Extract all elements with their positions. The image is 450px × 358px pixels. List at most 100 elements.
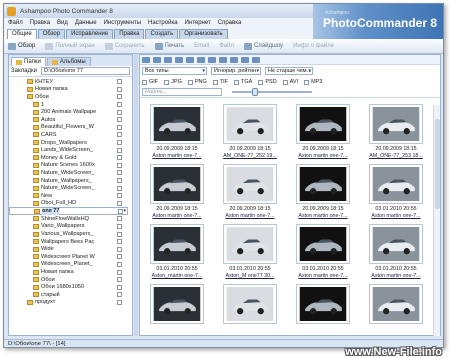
- tree-item[interactable]: Drops_Wallpapers: [9, 139, 132, 147]
- menu-edit[interactable]: Правка: [30, 20, 50, 26]
- filter-icon[interactable]: [208, 56, 216, 63]
- tree-item[interactable]: Widescreen Planet W: [9, 253, 132, 261]
- tree-item[interactable]: Wide: [9, 245, 132, 253]
- search-input[interactable]: Найти...: [142, 88, 222, 96]
- thumbnail-image[interactable]: [150, 164, 204, 204]
- tree-item-checkbox[interactable]: [117, 140, 122, 146]
- tree-item-checkbox[interactable]: [117, 284, 122, 290]
- tree-item[interactable]: Обои 1680x1050: [9, 283, 132, 291]
- path-field[interactable]: D:\Обои\one 77: [40, 67, 130, 75]
- tree-item-checkbox[interactable]: [117, 185, 122, 191]
- email-button[interactable]: Email: [194, 43, 209, 49]
- thumbnail[interactable]: 20.09.2009 18:15 Aston martin one-7...: [290, 104, 360, 161]
- thumbnail-image[interactable]: [150, 284, 204, 324]
- thumbnail[interactable]: 03.01.2010 20:55 Aston martin one-7...: [363, 224, 433, 281]
- menu-help[interactable]: Справка: [218, 20, 242, 26]
- tab-edit[interactable]: Правка: [114, 29, 145, 39]
- tree-item[interactable]: Money & Gold: [9, 154, 132, 162]
- slideshow-button[interactable]: Слайдшоу: [243, 42, 283, 50]
- vertical-scrollbar[interactable]: [433, 105, 440, 336]
- tree-item[interactable]: Autos: [9, 116, 132, 124]
- thumbnail[interactable]: 03.01.2010 20:55 Aston_martin one-7...: [144, 224, 214, 281]
- thumbnail-image[interactable]: [223, 104, 277, 144]
- thumbnail-image[interactable]: [150, 104, 204, 144]
- checkbox-box[interactable]: [212, 79, 218, 85]
- tree-item-checkbox[interactable]: [117, 109, 122, 115]
- thumbnail-image[interactable]: [296, 104, 350, 144]
- panel-splitter[interactable]: [134, 54, 138, 336]
- thumbnail[interactable]: [290, 284, 360, 341]
- tree-item-checkbox[interactable]: [117, 231, 122, 237]
- tree-item[interactable]: Beautiful_Flowers_W: [9, 124, 132, 132]
- thumbnail-image[interactable]: [296, 164, 350, 204]
- thumbnail[interactable]: [144, 284, 214, 341]
- tree-item-checkbox[interactable]: [117, 269, 122, 275]
- thumbnail[interactable]: 20.09.2009 18:15 Aston martin one-7...: [144, 164, 214, 221]
- browse-button[interactable]: Обзор: [8, 42, 35, 50]
- checkbox-box[interactable]: [304, 79, 310, 85]
- tree-item[interactable]: one 77: [9, 207, 128, 216]
- tree-item-checkbox[interactable]: [117, 178, 122, 184]
- tree-item[interactable]: Wallpapers Bees Pac: [9, 238, 132, 246]
- tree-item[interactable]: Обои: [9, 93, 132, 101]
- rotate-right-icon[interactable]: [241, 56, 249, 63]
- rating-filter[interactable]: Игнорир. рейтин: [211, 67, 261, 75]
- tree-item[interactable]: Oboi_Full_HD: [9, 200, 132, 208]
- tree-item-checkbox[interactable]: [117, 147, 122, 153]
- menu-file[interactable]: Файл: [8, 20, 23, 26]
- tree-item-checkbox[interactable]: [117, 200, 122, 206]
- tree-item-checkbox[interactable]: [117, 193, 122, 199]
- tree-item-checkbox[interactable]: [117, 132, 122, 138]
- menu-tools[interactable]: Инструменты: [104, 20, 141, 26]
- thumbnail[interactable]: 20.09.2009 18:15 AM_ONE-77_253 18...: [363, 104, 433, 161]
- print-button[interactable]: Печать: [154, 42, 184, 50]
- tree-item-checkbox[interactable]: [117, 102, 122, 108]
- tree-item-checkbox[interactable]: [117, 254, 122, 260]
- menu-data[interactable]: Данные: [75, 20, 97, 26]
- tree-item[interactable]: продукт: [9, 299, 132, 307]
- thumbnail[interactable]: 03.01.2010 20:55 Aston martin one-7...: [363, 164, 433, 221]
- tree-item[interactable]: CARS: [9, 131, 132, 139]
- bookmarks-dropdown[interactable]: Закладки: [11, 68, 37, 74]
- thumbnail[interactable]: 20.09.2009 18:15 AM_ONE-77_252 19...: [217, 104, 287, 161]
- tree-item[interactable]: Lands_WideScreen_: [9, 146, 132, 154]
- tree-item-checkbox[interactable]: [117, 216, 122, 222]
- tree-item-checkbox[interactable]: [118, 208, 123, 214]
- checkbox-box[interactable]: [234, 79, 240, 85]
- tree-item-checkbox[interactable]: [117, 79, 122, 85]
- tree-item-checkbox[interactable]: [117, 94, 122, 100]
- tree-item[interactable]: Vario_Wallpapers: [9, 223, 132, 231]
- tree-item-checkbox[interactable]: [117, 246, 122, 252]
- fullscreen-button[interactable]: Полный экран: [45, 42, 95, 50]
- file-button[interactable]: Файл: [219, 43, 234, 49]
- view-icon[interactable]: [186, 56, 194, 63]
- delete-icon[interactable]: [252, 56, 260, 63]
- tab-create[interactable]: Создать: [145, 29, 179, 39]
- file-type-checkbox[interactable]: TGA: [234, 79, 252, 85]
- tree-item-checkbox[interactable]: [117, 86, 122, 92]
- checkbox-box[interactable]: [258, 79, 264, 85]
- save-button[interactable]: Сохранить: [104, 42, 145, 50]
- tree-item[interactable]: Various_Wallpapers_: [9, 230, 132, 238]
- thumbnail-image[interactable]: [150, 224, 204, 264]
- menu-view[interactable]: Вид: [57, 20, 68, 26]
- file-type-checkbox[interactable]: TIF: [212, 79, 228, 85]
- tab-albums[interactable]: Альбомы: [46, 57, 91, 66]
- tree-item[interactable]: Новая папка: [9, 268, 132, 276]
- tree-item-checkbox[interactable]: [117, 261, 122, 267]
- tree-item[interactable]: Nature_WideScreen_: [9, 169, 132, 177]
- tree-item-checkbox[interactable]: [117, 292, 122, 298]
- tree-item[interactable]: Nature_Wallpapers_: [9, 177, 132, 185]
- menu-internet[interactable]: Интернет: [185, 20, 211, 26]
- file-type-checkbox[interactable]: GIF: [142, 79, 158, 85]
- file-info-button[interactable]: Инфо о файле: [293, 43, 334, 49]
- tree-item-checkbox[interactable]: [117, 223, 122, 229]
- tree-item[interactable]: Новая папка: [9, 86, 132, 94]
- tree-item-checkbox[interactable]: [117, 162, 122, 168]
- age-filter[interactable]: Не старше чем...: [265, 67, 313, 75]
- tree-item[interactable]: Nature_WideScreen_: [9, 184, 132, 192]
- zoom-slider[interactable]: [232, 88, 312, 96]
- back-icon[interactable]: [142, 56, 150, 63]
- thumbnail-image[interactable]: [296, 224, 350, 264]
- tree-item[interactable]: КНТЕУ: [9, 78, 132, 86]
